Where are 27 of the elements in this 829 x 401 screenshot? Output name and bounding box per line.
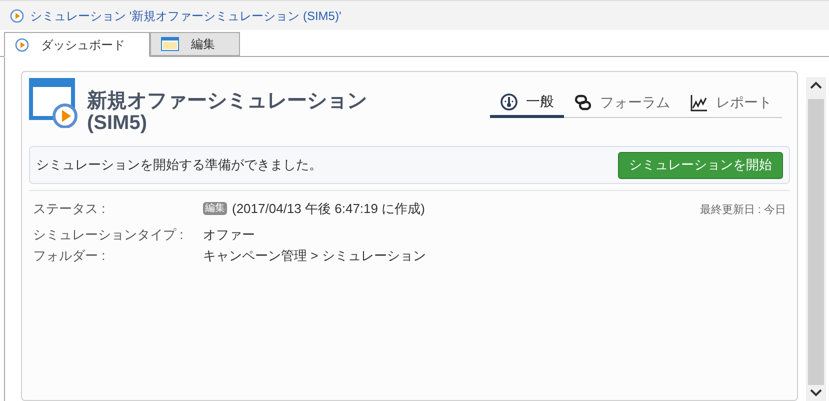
last-updated-text: 最終更新日 : 今日	[700, 202, 786, 218]
scrollbar[interactable]	[806, 77, 826, 401]
tab[interactable]: 編集	[150, 32, 240, 56]
breadcrumb-link[interactable]: シミュレーション '新規オファーシミュレーション (SIM5)'	[30, 6, 342, 24]
gauge-icon	[500, 92, 518, 110]
detail-value: (2017/04/13 午後 6:47:19 に作成)	[232, 200, 425, 218]
detail-value: キャンペーン管理 > シミュレーション	[203, 247, 426, 265]
notice-message: シミュレーションを開始する準備ができました。	[36, 156, 322, 174]
view-tab[interactable]: フォーラム	[564, 88, 680, 118]
start-simulation-button[interactable]: シミュレーションを開始	[618, 152, 783, 178]
chat-bubbles-icon	[574, 94, 592, 112]
scroll-thumb[interactable]	[808, 99, 824, 385]
play-icon	[15, 38, 29, 52]
simulation-id: (SIM5)	[87, 112, 148, 134]
simulation-icon	[29, 78, 79, 128]
detail-label: ステータス :	[33, 200, 106, 218]
play-icon	[10, 8, 24, 22]
line-chart-icon	[690, 94, 708, 112]
tab[interactable]: ダッシュボード	[4, 32, 150, 57]
simulation-title: 新規オファーシミュレーション	[87, 90, 367, 112]
detail-label: フォルダー :	[33, 247, 106, 265]
status-badge: 編集	[203, 202, 227, 216]
detail-label: シミュレーションタイプ :	[33, 226, 184, 244]
view-tab[interactable]: 一般	[490, 88, 564, 118]
view-tab[interactable]: レポート	[680, 88, 782, 118]
window-icon	[161, 37, 179, 51]
detail-value: オファー	[203, 226, 255, 244]
